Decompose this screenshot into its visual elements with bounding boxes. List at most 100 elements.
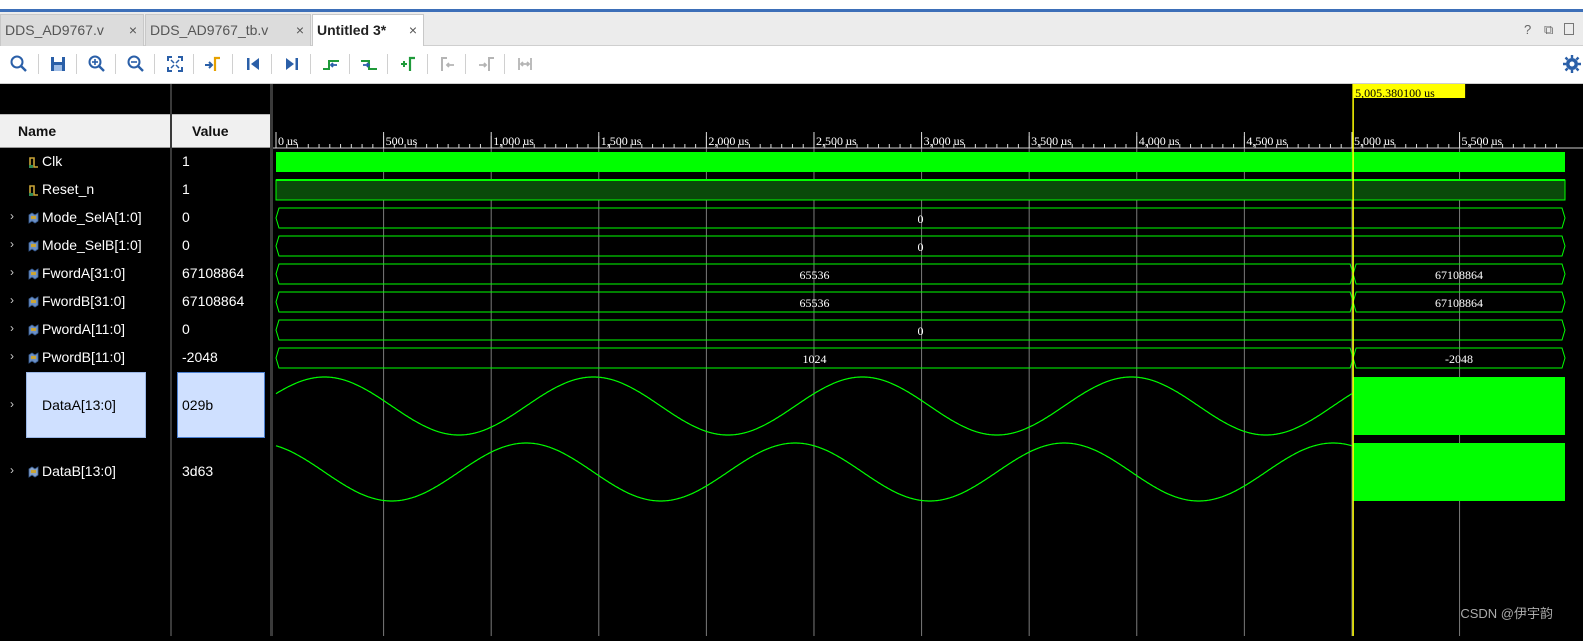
go-to-end-icon[interactable] <box>280 52 304 76</box>
ruler-tick-label: 3,500 us <box>1031 134 1072 148</box>
toolbar-separator <box>38 54 39 74</box>
save-icon[interactable] <box>46 52 70 76</box>
close-icon[interactable]: × <box>129 15 137 45</box>
signal-value: 3d63 <box>182 463 214 479</box>
signal-value-row[interactable]: 0 <box>172 204 270 232</box>
analog-sine-waveform[interactable] <box>275 442 1354 502</box>
signal-row[interactable]: Reset_n <box>0 176 170 204</box>
signal-value-row[interactable]: 67108864 <box>172 288 270 316</box>
signal-value-row[interactable]: 67108864 <box>172 260 270 288</box>
expand-chevron-icon[interactable]: › <box>10 321 14 335</box>
signal-name: DataA[13:0] <box>42 397 116 413</box>
bus-segment-value: 65536 <box>800 268 830 282</box>
settings-icon[interactable] <box>1560 52 1583 76</box>
bus-segment-value: 1024 <box>803 352 827 366</box>
tab-untitled-3[interactable]: Untitled 3* × <box>312 14 424 46</box>
bus-segment-value: -2048 <box>1445 352 1473 366</box>
signal-row[interactable]: › FwordB[31:0] <box>0 288 170 316</box>
waveform-pane[interactable]: 0 us 500 us 1,000 us 1,500 us 2,000 us 2,500 … <box>273 84 1583 636</box>
signal-value-row[interactable]: 0 <box>172 316 270 344</box>
expand-chevron-icon[interactable]: › <box>10 293 14 307</box>
signal-name: FwordA[31:0] <box>42 265 126 281</box>
toolbar-separator <box>349 54 350 74</box>
name-header-label: Name <box>18 123 57 139</box>
expand-chevron-icon[interactable]: › <box>10 349 14 363</box>
signal-row[interactable]: › PwordA[11:0] <box>0 316 170 344</box>
bus-signal-icon <box>28 352 39 364</box>
restore-icon[interactable]: ⧉ <box>1544 22 1553 38</box>
tab-label: DDS_AD9767_tb.v <box>150 22 269 38</box>
bus-segment-value: 67108864 <box>1435 296 1483 310</box>
signal-row[interactable]: Clk <box>0 148 170 176</box>
window-top-border <box>0 0 1583 12</box>
analog-high-frequency-block[interactable] <box>1353 443 1565 501</box>
ruler-tick-label: 1,000 us <box>493 134 534 148</box>
expand-chevron-icon[interactable]: › <box>10 209 14 223</box>
toolbar-separator <box>465 54 466 74</box>
expand-chevron-icon[interactable]: › <box>10 265 14 279</box>
signal-row[interactable]: › FwordA[31:0] <box>0 260 170 288</box>
expand-chevron-icon[interactable]: › <box>10 237 14 251</box>
expand-chevron-icon[interactable]: › <box>10 397 14 411</box>
zoom-fit-icon[interactable] <box>163 52 187 76</box>
signal-row[interactable]: › PwordB[11:0] <box>0 344 170 372</box>
expand-chevron-icon[interactable]: › <box>10 463 14 477</box>
bus-segment-value: 0 <box>918 212 924 226</box>
ruler-tick-label: 0 us <box>278 134 298 148</box>
bus-signal-icon <box>28 324 39 336</box>
toolbar-separator <box>387 54 388 74</box>
signal-row[interactable]: › DataB[13:0] <box>0 440 170 504</box>
zoom-out-icon[interactable] <box>124 52 148 76</box>
signal-value-row[interactable]: 1 <box>172 148 270 176</box>
analog-sine-waveform[interactable] <box>275 376 1354 436</box>
value-header-label: Value <box>192 123 229 139</box>
reset-waveform[interactable] <box>275 179 1566 201</box>
signal-value-row[interactable]: 3d63 <box>172 440 270 504</box>
editor-tab-bar: DDS_AD9767.v × DDS_AD9767_tb.v × Untitle… <box>0 12 1583 46</box>
analog-high-frequency-block[interactable] <box>1353 377 1565 435</box>
signal-value: 1 <box>182 153 190 169</box>
signal-value-row[interactable]: 029b <box>172 372 270 438</box>
ruler-tick-label: 500 us <box>386 134 418 148</box>
tab-dds-ad9767[interactable]: DDS_AD9767.v × <box>0 14 144 46</box>
signal-value: 029b <box>182 397 214 413</box>
signal-name-pane: Name Clk Reset_n › Mode_SelA[1:0] › Mode_SelB… <box>0 84 170 636</box>
previous-transition-icon[interactable] <box>319 52 343 76</box>
signal-row[interactable]: › Mode_SelA[1:0] <box>0 204 170 232</box>
add-marker-icon[interactable] <box>396 52 420 76</box>
signal-name: PwordB[11:0] <box>42 349 126 365</box>
help-icon[interactable]: ? <box>1524 22 1531 37</box>
tab-dds-ad9767-tb[interactable]: DDS_AD9767_tb.v × <box>145 14 311 46</box>
bus-signal-icon <box>28 268 39 280</box>
signal-value-row[interactable]: -2048 <box>172 344 270 372</box>
signal-row[interactable]: › DataA[13:0] <box>0 372 170 438</box>
signal-value-row[interactable]: 1 <box>172 176 270 204</box>
go-to-start-icon[interactable] <box>241 52 265 76</box>
previous-marker-icon <box>441 57 454 71</box>
signal-row[interactable]: › Mode_SelB[1:0] <box>0 232 170 260</box>
bit-signal-icon <box>29 157 38 168</box>
toolbar-separator <box>193 54 194 74</box>
close-icon[interactable]: × <box>296 15 304 45</box>
close-icon[interactable]: × <box>409 15 417 45</box>
go-to-cursor-icon[interactable] <box>201 52 225 76</box>
value-column-header[interactable]: Value <box>172 114 270 148</box>
toolbar-separator <box>154 54 155 74</box>
signal-name: PwordA[11:0] <box>42 321 126 337</box>
name-column-header[interactable]: Name <box>0 114 170 148</box>
zoom-in-icon[interactable] <box>85 52 109 76</box>
signal-value-row[interactable]: 0 <box>172 232 270 260</box>
toolbar-separator <box>504 54 505 74</box>
signal-value: -2048 <box>182 349 218 365</box>
bus-signal-icon <box>28 240 39 252</box>
signal-name: FwordB[31:0] <box>42 293 126 309</box>
maximize-icon[interactable] <box>1564 23 1574 35</box>
next-transition-icon[interactable] <box>357 52 381 76</box>
bus-segment-value: 65536 <box>800 296 830 310</box>
clock-waveform[interactable] <box>276 152 1565 172</box>
waveform-canvas[interactable]: 0 us 500 us 1,000 us 1,500 us 2,000 us 2,500 … <box>273 84 1583 636</box>
search-icon[interactable] <box>7 52 31 76</box>
toolbar-separator <box>310 54 311 74</box>
toolbar-separator <box>115 54 116 74</box>
toolbar-separator <box>232 54 233 74</box>
